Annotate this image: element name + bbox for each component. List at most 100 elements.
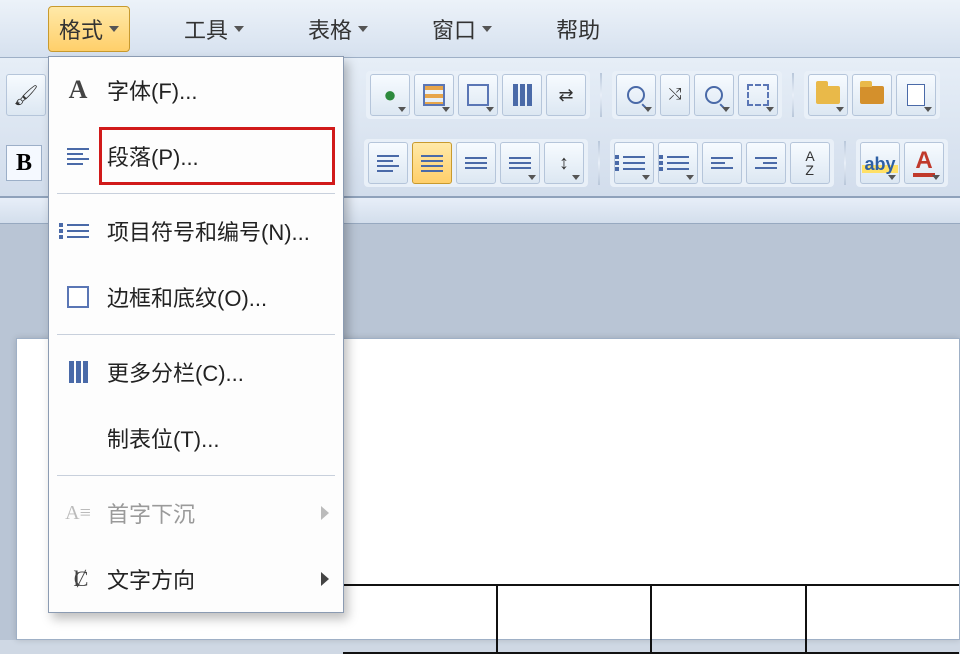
menu-item-borders[interactable]: 边框和底纹(O)... bbox=[49, 264, 343, 330]
export-button[interactable] bbox=[896, 74, 936, 116]
menu-separator bbox=[57, 475, 335, 476]
toolbar-group-view: ⤭ bbox=[612, 71, 782, 119]
font-icon: A bbox=[63, 75, 93, 105]
decrease-indent-button[interactable] bbox=[702, 142, 742, 184]
submenu-arrow-icon bbox=[321, 506, 329, 520]
insert-table-button[interactable] bbox=[414, 74, 454, 116]
bold-button[interactable]: B bbox=[6, 145, 42, 181]
menu-item-bullets[interactable]: 项目符号和编号(N)... bbox=[49, 198, 343, 264]
numbered-list-button[interactable] bbox=[614, 142, 654, 184]
toolbar-group-objects: ● ⇄ bbox=[366, 71, 590, 119]
insert-grid-button[interactable] bbox=[458, 74, 498, 116]
chevron-down-icon bbox=[358, 26, 368, 32]
paragraph-icon bbox=[63, 148, 93, 165]
chevron-down-icon bbox=[642, 175, 650, 180]
menu-table[interactable]: 表格 bbox=[298, 7, 378, 51]
insert-object-button[interactable]: ● bbox=[370, 74, 410, 116]
grid-icon bbox=[467, 84, 489, 106]
replace-icon: ⤭ bbox=[669, 86, 682, 104]
borders-icon bbox=[63, 286, 93, 308]
table-cell[interactable] bbox=[343, 586, 498, 652]
text-direction-button[interactable]: ⇄ bbox=[546, 74, 586, 116]
folder-icon bbox=[816, 86, 840, 104]
brush-icon: 🖌 bbox=[13, 83, 38, 108]
indent-icon bbox=[509, 157, 531, 169]
menu-help[interactable]: 帮助 bbox=[546, 7, 610, 51]
menu-window[interactable]: 窗口 bbox=[422, 7, 502, 51]
indent-button[interactable] bbox=[500, 142, 540, 184]
menu-item-tabs[interactable]: 制表位(T)... bbox=[49, 405, 343, 471]
toolbar-separator bbox=[792, 73, 794, 117]
table-cell[interactable] bbox=[498, 586, 653, 652]
menu-window-label: 窗口 bbox=[432, 13, 476, 45]
find-button[interactable] bbox=[616, 74, 656, 116]
increase-indent-button[interactable] bbox=[746, 142, 786, 184]
bullets-numbering-icon bbox=[63, 224, 93, 238]
menu-separator bbox=[57, 334, 335, 335]
chevron-down-icon bbox=[482, 26, 492, 32]
menu-item-borders-label: 边框和底纹(O)... bbox=[107, 281, 267, 313]
chevron-down-icon bbox=[888, 175, 896, 180]
menu-item-paragraph[interactable]: 段落(P)... bbox=[49, 123, 343, 189]
align-distributed-button[interactable] bbox=[456, 142, 496, 184]
toolbar-group-align: ↕ bbox=[364, 139, 588, 187]
text-direction-icon: llȻ bbox=[63, 566, 93, 592]
bulleted-list-button[interactable] bbox=[658, 142, 698, 184]
font-color-button[interactable]: A bbox=[904, 142, 944, 184]
menu-item-bullets-label: 项目符号和编号(N)... bbox=[107, 215, 310, 247]
menu-item-dropcap-label: 首字下沉 bbox=[107, 497, 195, 529]
menu-table-label: 表格 bbox=[308, 13, 352, 45]
bullet-list-icon bbox=[667, 156, 689, 170]
bold-icon: B bbox=[16, 150, 32, 177]
menu-item-columns[interactable]: 更多分栏(C)... bbox=[49, 339, 343, 405]
columns-icon bbox=[513, 84, 532, 106]
chevron-down-icon bbox=[722, 107, 730, 112]
toolbar-separator bbox=[600, 73, 602, 117]
align-distributed-icon bbox=[465, 157, 487, 169]
open-button[interactable] bbox=[808, 74, 848, 116]
align-left-icon bbox=[377, 155, 399, 172]
folder-open-icon bbox=[860, 86, 884, 104]
magnifier-icon bbox=[705, 86, 723, 104]
select-all-button[interactable] bbox=[738, 74, 778, 116]
menu-item-font[interactable]: A 字体(F)... bbox=[49, 57, 343, 123]
dropcap-icon: A≡ bbox=[63, 502, 93, 525]
menu-separator bbox=[57, 193, 335, 194]
chevron-down-icon bbox=[924, 107, 932, 112]
globe-icon: ● bbox=[383, 82, 396, 108]
format-dropdown-menu: A 字体(F)... 段落(P)... 项目符号和编号(N)... 边框和底纹(… bbox=[48, 56, 344, 613]
sort-icon: A Z bbox=[805, 149, 814, 177]
decrease-indent-icon bbox=[711, 157, 733, 169]
table-cell[interactable] bbox=[652, 586, 807, 652]
line-spacing-button[interactable]: ↕ bbox=[544, 142, 584, 184]
menu-item-textdir[interactable]: llȻ 文字方向 bbox=[49, 546, 343, 612]
highlight-button[interactable]: aby bbox=[860, 142, 900, 184]
chevron-down-icon bbox=[644, 107, 652, 112]
sort-button[interactable]: A Z bbox=[790, 142, 830, 184]
chevron-down-icon bbox=[234, 26, 244, 32]
numbered-list-icon bbox=[623, 156, 645, 170]
replace-button[interactable]: ⤭ bbox=[660, 74, 690, 116]
align-left-button[interactable] bbox=[368, 142, 408, 184]
menu-format[interactable]: 格式 bbox=[48, 6, 130, 52]
document-table[interactable] bbox=[343, 584, 959, 654]
menu-tools[interactable]: 工具 bbox=[174, 7, 254, 51]
font-color-icon: A bbox=[913, 149, 934, 177]
zoom-button[interactable] bbox=[694, 74, 734, 116]
chevron-down-icon bbox=[398, 107, 406, 112]
chevron-down-icon bbox=[572, 175, 580, 180]
table-cell[interactable] bbox=[807, 586, 960, 652]
toolbar-separator bbox=[598, 141, 600, 185]
menu-item-dropcap: A≡ 首字下沉 bbox=[49, 480, 343, 546]
menu-item-tabs-label: 制表位(T)... bbox=[107, 422, 219, 454]
chevron-down-icon bbox=[109, 26, 119, 32]
menu-item-paragraph-label: 段落(P)... bbox=[107, 140, 199, 172]
chevron-down-icon bbox=[836, 107, 844, 112]
format-painter-button[interactable]: 🖌 bbox=[6, 74, 46, 116]
highlight-icon: aby bbox=[862, 153, 897, 173]
align-justify-button[interactable] bbox=[412, 142, 452, 184]
align-justify-icon bbox=[421, 155, 443, 172]
chevron-down-icon bbox=[486, 107, 494, 112]
columns-button[interactable] bbox=[502, 74, 542, 116]
save-button[interactable] bbox=[852, 74, 892, 116]
